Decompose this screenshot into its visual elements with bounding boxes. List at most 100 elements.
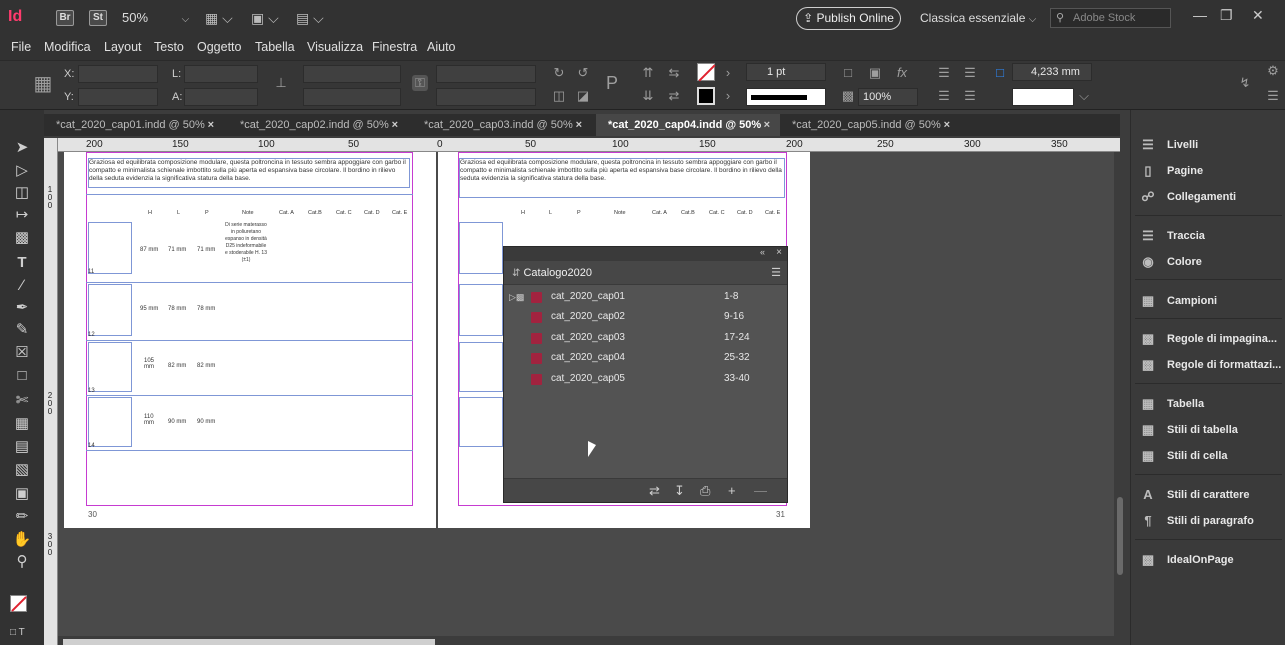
select-previous-icon[interactable]: ⇆ bbox=[666, 65, 682, 81]
product-image-frame[interactable] bbox=[459, 342, 503, 392]
free-transform-icon[interactable]: ▦ bbox=[12, 414, 32, 434]
book-item[interactable]: ▷▩ cat_2020_cap01 1-8 bbox=[504, 287, 787, 307]
style-source-icon[interactable]: ▷▩ bbox=[509, 287, 524, 307]
select-next-icon[interactable]: ⇄ bbox=[666, 88, 682, 104]
menu-testo[interactable]: Testo bbox=[154, 40, 184, 54]
gutter-field[interactable]: 4,233 mm bbox=[1012, 63, 1092, 81]
panel-stili-paragrafo[interactable]: ¶ Stili di paragrafo bbox=[1139, 511, 1284, 531]
align-center-icon[interactable]: ☰ bbox=[962, 65, 978, 81]
chevron-right-icon[interactable]: › bbox=[720, 88, 736, 104]
tab-cap02[interactable]: *cat_2020_cap02.indd @ 50% × bbox=[228, 114, 408, 136]
lightning-icon[interactable]: ↯ bbox=[1237, 75, 1253, 91]
save-book-icon[interactable]: ↧ bbox=[674, 483, 685, 499]
product-image-frame[interactable] bbox=[88, 397, 132, 447]
book-item[interactable]: cat_2020_cap02 9-16 bbox=[504, 307, 787, 327]
panel-campioni[interactable]: ▦ Campioni bbox=[1139, 291, 1284, 311]
screen-mode-icon[interactable]: ▣ ⌵ bbox=[251, 10, 279, 27]
adobe-stock-search[interactable]: ⚲ Adobe Stock bbox=[1050, 8, 1171, 28]
type-tool-icon[interactable]: T bbox=[12, 253, 32, 273]
menu-oggetto[interactable]: Oggetto bbox=[197, 40, 241, 54]
scroll-thumb[interactable] bbox=[1117, 497, 1123, 575]
panel-menu-icon[interactable]: ☰ bbox=[771, 261, 781, 285]
product-image-frame[interactable] bbox=[459, 284, 503, 336]
synchronize-icon[interactable]: ⇄ bbox=[649, 483, 660, 499]
stroke-swatch[interactable] bbox=[697, 87, 715, 105]
panel-stili-carattere[interactable]: A Stili di carattere bbox=[1139, 485, 1284, 505]
gap-tool-icon[interactable]: ↦ bbox=[12, 205, 32, 225]
stock-button[interactable]: St bbox=[89, 10, 107, 26]
close-icon[interactable]: ✕ bbox=[1252, 7, 1264, 24]
page-tool-icon[interactable]: ◫ bbox=[12, 183, 32, 203]
fill-swatch[interactable] bbox=[697, 63, 716, 82]
product-image-frame[interactable] bbox=[459, 397, 503, 447]
intro-text-frame[interactable]: Graziosa ed equilibrata composizione mod… bbox=[459, 158, 785, 198]
minimize-icon[interactable]: — bbox=[1193, 7, 1207, 23]
menu-aiuto[interactable]: Aiuto bbox=[427, 40, 456, 54]
scissors-icon[interactable]: ✄ bbox=[12, 391, 32, 411]
book-item[interactable]: cat_2020_cap03 17-24 bbox=[504, 328, 787, 348]
close-icon[interactable]: × bbox=[764, 114, 770, 136]
rotation-field[interactable] bbox=[436, 65, 536, 83]
panel-idealonpage[interactable]: ▩ IdealOnPage bbox=[1139, 550, 1284, 570]
select-container-icon[interactable]: ⇈ bbox=[640, 65, 656, 81]
book-item[interactable]: cat_2020_cap05 33-40 bbox=[504, 369, 787, 389]
product-image-frame[interactable] bbox=[459, 222, 503, 274]
align-top-icon[interactable]: ☰ bbox=[936, 88, 952, 104]
pen-tool-icon[interactable]: ✒ bbox=[12, 298, 32, 318]
horizontal-scrollbar[interactable] bbox=[58, 636, 1120, 645]
rectangle-tool-icon[interactable]: □ bbox=[12, 366, 32, 386]
vertical-ruler[interactable]: 1 0 0 2 0 0 3 0 0 bbox=[44, 138, 58, 645]
align-bottom-icon[interactable]: ☰ bbox=[962, 88, 978, 104]
tab-cap01[interactable]: *cat_2020_cap01.indd @ 50% × bbox=[44, 114, 224, 136]
add-document-icon[interactable]: + bbox=[728, 483, 736, 498]
link-icon[interactable]: ⚿ bbox=[412, 75, 428, 91]
gradient-swatch-icon[interactable]: ▤ bbox=[12, 437, 32, 457]
hand-tool-icon[interactable]: ✋ bbox=[12, 530, 32, 550]
chevron-right-icon[interactable]: › bbox=[720, 65, 736, 81]
close-icon[interactable]: × bbox=[576, 114, 582, 136]
rotate-cw-icon[interactable]: ↻ bbox=[551, 65, 567, 81]
product-image-frame[interactable] bbox=[88, 222, 132, 274]
tab-cap05[interactable]: *cat_2020_cap05.indd @ 50% × bbox=[780, 114, 960, 136]
opacity-field[interactable]: 100% bbox=[858, 88, 918, 106]
rotate-ccw-icon[interactable]: ↺ bbox=[575, 65, 591, 81]
view-options-icon[interactable]: ▦ ⌵ bbox=[205, 10, 233, 27]
note-tool-icon[interactable]: ▣ bbox=[12, 484, 32, 504]
menu-finestra[interactable]: Finestra bbox=[372, 40, 417, 54]
select-content-icon[interactable]: ⇊ bbox=[640, 88, 656, 104]
panel-stili-tabella[interactable]: ▦ Stili di tabella bbox=[1139, 420, 1284, 440]
close-icon[interactable]: × bbox=[208, 114, 214, 136]
height-field[interactable] bbox=[184, 88, 258, 106]
menu-visualizza[interactable]: Visualizza bbox=[307, 40, 363, 54]
direct-selection-icon[interactable]: ▷ bbox=[12, 161, 32, 181]
publish-online-button[interactable]: ⇪ Publish Online bbox=[796, 7, 901, 30]
close-icon[interactable]: × bbox=[944, 114, 950, 136]
book-item[interactable]: cat_2020_cap04 25-32 bbox=[504, 348, 787, 368]
rectangle-frame-icon[interactable]: ☒ bbox=[12, 343, 32, 363]
content-collector-icon[interactable]: ▩ bbox=[12, 228, 32, 248]
flip-vertical-icon[interactable]: ◪ bbox=[575, 88, 591, 104]
line-tool-icon[interactable]: ∕ bbox=[12, 276, 32, 296]
book-panel-tab[interactable]: ⇵ Catalogo2020 ☰ bbox=[504, 261, 787, 285]
vertical-scrollbar[interactable] bbox=[1114, 152, 1126, 645]
hamburger-menu-icon[interactable]: ☰ bbox=[1265, 88, 1281, 104]
zoom-tool-icon[interactable]: ⚲ bbox=[12, 552, 32, 572]
menu-file[interactable]: File bbox=[11, 40, 31, 54]
shear-field[interactable] bbox=[436, 88, 536, 106]
close-icon[interactable]: × bbox=[392, 114, 398, 136]
left-page[interactable]: Graziosa ed equilibrata composizione mod… bbox=[64, 152, 436, 528]
menu-modifica[interactable]: Modifica bbox=[44, 40, 91, 54]
product-image-frame[interactable] bbox=[88, 284, 132, 336]
tab-cap04[interactable]: *cat_2020_cap04.indd @ 50% × bbox=[596, 114, 780, 136]
x-field[interactable] bbox=[78, 65, 158, 83]
panel-livelli[interactable]: ☰ Livelli bbox=[1139, 135, 1284, 155]
gear-icon[interactable]: ⚙ bbox=[1265, 63, 1281, 79]
panel-header-bar[interactable]: « × bbox=[504, 247, 787, 261]
zoom-select[interactable]: 50% ⌵ bbox=[122, 10, 189, 25]
menu-tabella[interactable]: Tabella bbox=[255, 40, 295, 54]
product-image-frame[interactable] bbox=[88, 342, 132, 392]
menu-layout[interactable]: Layout bbox=[104, 40, 142, 54]
panel-traccia[interactable]: ☰ Traccia bbox=[1139, 226, 1284, 246]
gap-tool-icon[interactable]: □ bbox=[992, 65, 1008, 81]
intro-text-frame[interactable]: Graziosa ed equilibrata composizione mod… bbox=[88, 158, 410, 188]
